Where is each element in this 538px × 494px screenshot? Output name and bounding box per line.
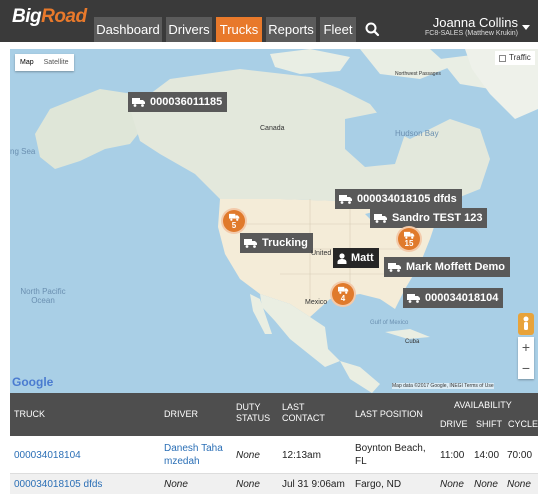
hudson-bay-label: Hudson Bay	[395, 129, 439, 138]
zoom-in-button[interactable]: +	[518, 337, 534, 358]
bering-sea-label: ng Sea	[10, 147, 36, 156]
marker-text: Sandro TEST 123	[392, 212, 483, 224]
truck-marker-label[interactable]: Mark Moffett Demo	[384, 257, 511, 277]
truck-link[interactable]: 000034018105 dfds	[14, 478, 102, 491]
chevron-down-icon[interactable]	[522, 25, 530, 30]
marker-text: 000034018105 dfds	[357, 193, 457, 205]
marker-text: Matt	[351, 252, 374, 264]
cycle-value: None	[507, 479, 531, 490]
cluster-count: 4	[340, 294, 346, 303]
last-contact-value: 12:13am	[282, 450, 321, 461]
truck-icon	[132, 98, 145, 107]
traffic-label: Traffic	[509, 53, 531, 62]
person-icon	[337, 252, 347, 264]
fleet-map[interactable]: Map Satellite Traffic North Pacific Ocea…	[10, 49, 538, 393]
column-header-drive[interactable]: DRIVE	[440, 419, 468, 430]
driver-value: None	[164, 479, 188, 490]
northwest-passages-label: Northwest Passages	[395, 71, 441, 77]
column-header-driver[interactable]: DRIVER	[164, 409, 198, 420]
map-type-switch: Map Satellite	[15, 54, 74, 71]
last-contact-value: Jul 31 9:06am	[282, 479, 345, 490]
traffic-toggle[interactable]: Traffic	[495, 51, 535, 65]
marker-text: 000034018104	[425, 292, 499, 304]
column-header-availability: AVAILABILITY	[454, 400, 512, 410]
driver-link[interactable]: Danesh Taha mzedah	[164, 442, 224, 468]
truck-icon	[337, 286, 348, 294]
cluster-count: 5	[231, 221, 237, 230]
shift-value: 14:00	[474, 450, 500, 461]
traffic-checkbox[interactable]	[499, 54, 506, 62]
truck-icon	[407, 294, 420, 303]
canada-label: Canada	[260, 125, 285, 132]
column-header-shift[interactable]: SHIFT	[476, 419, 502, 430]
last-position-value: Fargo, ND	[355, 479, 402, 490]
truck-cluster[interactable]: 15	[396, 226, 422, 252]
person-icon	[523, 316, 529, 330]
zoom-control: + −	[518, 337, 534, 379]
ocean-label: North Pacific Ocean	[20, 287, 66, 305]
marker-text: Mark Moffett Demo	[406, 261, 506, 273]
google-logo: Google	[12, 375, 54, 389]
truck-cluster[interactable]: 5	[221, 208, 247, 234]
truck-icon	[388, 263, 401, 272]
user-account: FC8-SALES (Matthew Krukin)	[425, 30, 518, 37]
drive-value: 11:00	[440, 450, 465, 461]
user-name[interactable]: Joanna Collins	[400, 15, 518, 30]
top-nav-bar: BigRoad Dashboard Drivers Trucks Reports…	[0, 0, 538, 42]
truck-link[interactable]: 000034018104	[14, 449, 81, 462]
column-header-duty-status[interactable]: DUTY STATUS	[236, 402, 270, 424]
table-row[interactable]: 000034018104 Danesh Taha mzedah None 12:…	[10, 437, 538, 474]
gulf-label: Gulf of Mexico	[370, 320, 409, 326]
logo-text-big: Big	[12, 6, 42, 27]
tab-trucks[interactable]: Trucks	[216, 17, 262, 42]
tab-drivers[interactable]: Drivers	[166, 17, 212, 42]
app-root: BigRoad Dashboard Drivers Trucks Reports…	[0, 0, 538, 494]
duty-status-value: None	[236, 450, 260, 461]
truck-marker-label[interactable]: 000036011185	[128, 92, 228, 112]
search-button[interactable]	[360, 17, 384, 42]
cluster-count: 15	[404, 239, 414, 248]
truck-icon	[374, 214, 387, 223]
tab-dashboard[interactable]: Dashboard	[94, 17, 162, 42]
map-type-satellite-button[interactable]: Satellite	[39, 54, 74, 71]
table-row[interactable]: 000034018105 dfds None None Jul 31 9:06a…	[10, 474, 538, 494]
truck-icon	[339, 195, 352, 204]
driver-marker-label[interactable]: Matt	[333, 248, 379, 268]
shift-value: None	[474, 479, 498, 490]
marker-text: 000036011185	[150, 96, 223, 108]
street-view-pegman-icon[interactable]	[518, 313, 534, 335]
tab-reports[interactable]: Reports	[266, 17, 316, 42]
duty-status-value: None	[236, 479, 260, 490]
bigroad-logo[interactable]: BigRoad	[12, 6, 87, 28]
map-attribution: Map data ©2017 Google, INEGI Terms of Us…	[392, 383, 494, 389]
truck-marker-label[interactable]: 000034018104	[403, 288, 504, 308]
marker-text: Trucking	[262, 237, 308, 249]
truck-marker-label[interactable]: Trucking	[240, 233, 313, 253]
truck-marker-label[interactable]: 000034018105 dfds	[335, 189, 462, 209]
tab-fleet[interactable]: Fleet	[320, 17, 356, 42]
cycle-value: 70:00	[507, 450, 533, 461]
mexico-label: Mexico	[305, 299, 328, 306]
map-type-map-button[interactable]: Map	[15, 54, 39, 71]
trucks-table-header: TRUCK DRIVER DUTY STATUS LAST CONTACT LA…	[10, 393, 538, 436]
column-header-last-position[interactable]: LAST POSITION	[355, 409, 423, 420]
column-header-truck[interactable]: TRUCK	[14, 409, 45, 420]
truck-cluster[interactable]: 4	[330, 281, 356, 307]
column-header-last-contact[interactable]: LAST CONTACT	[282, 402, 325, 424]
cuba-label: Cuba	[405, 339, 420, 345]
truck-icon	[403, 231, 414, 239]
zoom-out-button[interactable]: −	[518, 358, 534, 379]
search-icon	[365, 22, 380, 37]
drive-value: None	[440, 479, 464, 490]
truck-icon	[244, 239, 257, 248]
logo-text-road: Road	[41, 6, 87, 27]
truck-marker-label[interactable]: Sandro TEST 123	[370, 208, 488, 228]
last-position-value: Boynton Beach, FL	[355, 443, 426, 467]
truck-icon	[228, 213, 239, 221]
column-header-cycle[interactable]: CYCLE	[508, 419, 538, 430]
